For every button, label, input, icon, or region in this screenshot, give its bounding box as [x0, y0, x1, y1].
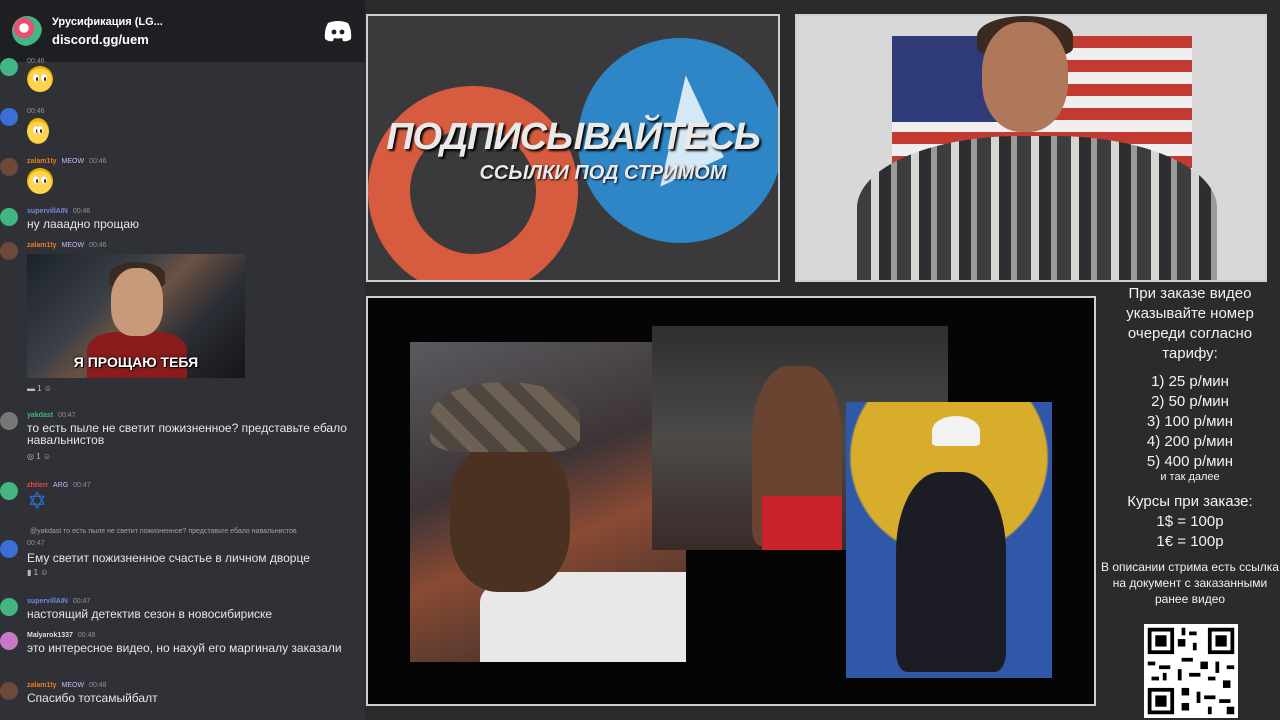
- message-text: Ему светит пожизненное счастье в личном …: [27, 551, 310, 565]
- message-text: ну лааадно прощаю: [27, 217, 140, 231]
- message-time: 00:48: [89, 682, 107, 689]
- star-of-david-icon: ✡: [27, 488, 48, 515]
- video-collage: [366, 296, 1096, 706]
- message-time: 00:46: [72, 208, 91, 215]
- role-badge: MEOW: [61, 682, 85, 689]
- pleading-face-icon: [27, 168, 53, 194]
- qr-code-icon[interactable]: [1144, 624, 1238, 718]
- webcam-feed: [795, 14, 1267, 282]
- discord-server-bar[interactable]: Урусификация (LG... discord.gg/uem: [0, 0, 365, 62]
- role-badge: MEOW: [61, 158, 85, 165]
- reply-quote[interactable]: @yakdast то есть пыле не светит пожизнен…: [30, 528, 297, 535]
- message-author[interactable]: Malyarok1337: [27, 632, 73, 639]
- avatar: [0, 158, 18, 176]
- price-tiers: 1) 25 р/мин 2) 50 р/мин 3) 100 р/мин 4) …: [1100, 372, 1280, 483]
- order-intro: При заказе видео указывайте номер очеред…: [1126, 285, 1254, 362]
- message-author[interactable]: zalam1ty: [27, 158, 57, 165]
- meme-caption: Я ПРОЩАЮ ТЕБЯ: [73, 354, 199, 370]
- avatar: [0, 598, 18, 616]
- price-tier: 2) 50 р/мин: [1151, 393, 1229, 410]
- server-name: Урусификация (LG...: [52, 16, 163, 28]
- exchange-rates: Курсы при заказе: 1$ = 100р 1€ = 100р: [1100, 492, 1280, 552]
- avatar: [0, 682, 18, 700]
- promo-headline: ПОДПИСЫВАЙТЕСЬ: [386, 116, 761, 158]
- message-author[interactable]: supervillAIN: [27, 208, 68, 215]
- collage-photo: [410, 342, 686, 662]
- reaction-count: 1: [33, 568, 39, 577]
- message-time: 00:48: [77, 632, 96, 639]
- chat-panel: Урусификация (LG... discord.gg/uem 00:46…: [0, 0, 365, 720]
- rates-title: Курсы при заказе:: [1127, 493, 1253, 510]
- message-time: 00:46: [27, 58, 45, 65]
- avatar: [0, 412, 18, 430]
- message-time: 00:47: [72, 598, 91, 605]
- price-tier: 5) 400 р/мин: [1146, 453, 1234, 470]
- message-time: 00:46: [27, 108, 45, 115]
- message-text: Спасибо тотсамыйбалт: [27, 691, 158, 705]
- message-time: 00:47: [73, 482, 91, 489]
- message-time: 00:47: [27, 540, 45, 547]
- reaction-count: 1: [36, 452, 41, 461]
- message-time: 00:47: [58, 412, 76, 419]
- price-tier: 3) 100 р/мин: [1146, 413, 1234, 430]
- message-text: то есть пыле не светит пожизненное? пред…: [27, 421, 347, 447]
- avatar: [0, 632, 18, 650]
- message-author[interactable]: supervillAIN: [27, 598, 68, 605]
- avatar: [0, 242, 18, 260]
- role-badge: ARG: [52, 482, 69, 489]
- avatar: [0, 540, 18, 558]
- message-author[interactable]: yakdast: [27, 412, 53, 419]
- promo-banner: ПОДПИСЫВАЙТЕСЬ ССЫЛКИ ПОД СТРИМОМ: [366, 14, 780, 282]
- message-author[interactable]: zalam1ty: [27, 682, 57, 689]
- order-description: В описании стрима есть ссылка на докумен…: [1101, 560, 1279, 606]
- streamer: [857, 136, 1217, 280]
- avatar: [0, 208, 18, 226]
- server-invite-link[interactable]: discord.gg/uem: [52, 31, 323, 48]
- message-text: настоящий детектив сезон в новосибириске: [27, 607, 273, 621]
- rate: 1€ = 100р: [1156, 533, 1224, 550]
- meme-image[interactable]: Я ПРОЩАЮ ТЕБЯ: [27, 254, 245, 378]
- surprised-face-icon: [27, 118, 49, 144]
- message-author[interactable]: zalam1ty: [27, 242, 57, 249]
- promo-subline: ССЫЛКИ ПОД СТРИМОМ: [479, 162, 727, 184]
- message-time: 00:46: [89, 242, 107, 249]
- reaction[interactable]: ▬ 1 ☺: [27, 384, 52, 393]
- avatar: [0, 108, 18, 126]
- pleading-face-icon: [27, 66, 53, 92]
- discord-icon: [324, 21, 352, 42]
- avatar: [0, 482, 18, 500]
- price-tier: 1) 25 р/мин: [1151, 373, 1229, 390]
- reaction-count: 1: [37, 384, 42, 393]
- avatar: [0, 58, 18, 76]
- tiers-etc: и так далее: [1160, 471, 1220, 483]
- rate: 1$ = 100р: [1156, 513, 1224, 530]
- message-time: 00:46: [89, 158, 107, 165]
- reaction[interactable]: ▮ 1 ☺: [27, 568, 48, 577]
- message-text: это интересное видео, но нахуй его марги…: [27, 641, 342, 655]
- collage-photo: [846, 402, 1052, 678]
- price-tier: 4) 200 р/мин: [1146, 433, 1234, 450]
- reaction[interactable]: ◎ 1 ☺: [27, 452, 51, 461]
- role-badge: MEOW: [61, 242, 85, 249]
- server-icon: [12, 16, 42, 46]
